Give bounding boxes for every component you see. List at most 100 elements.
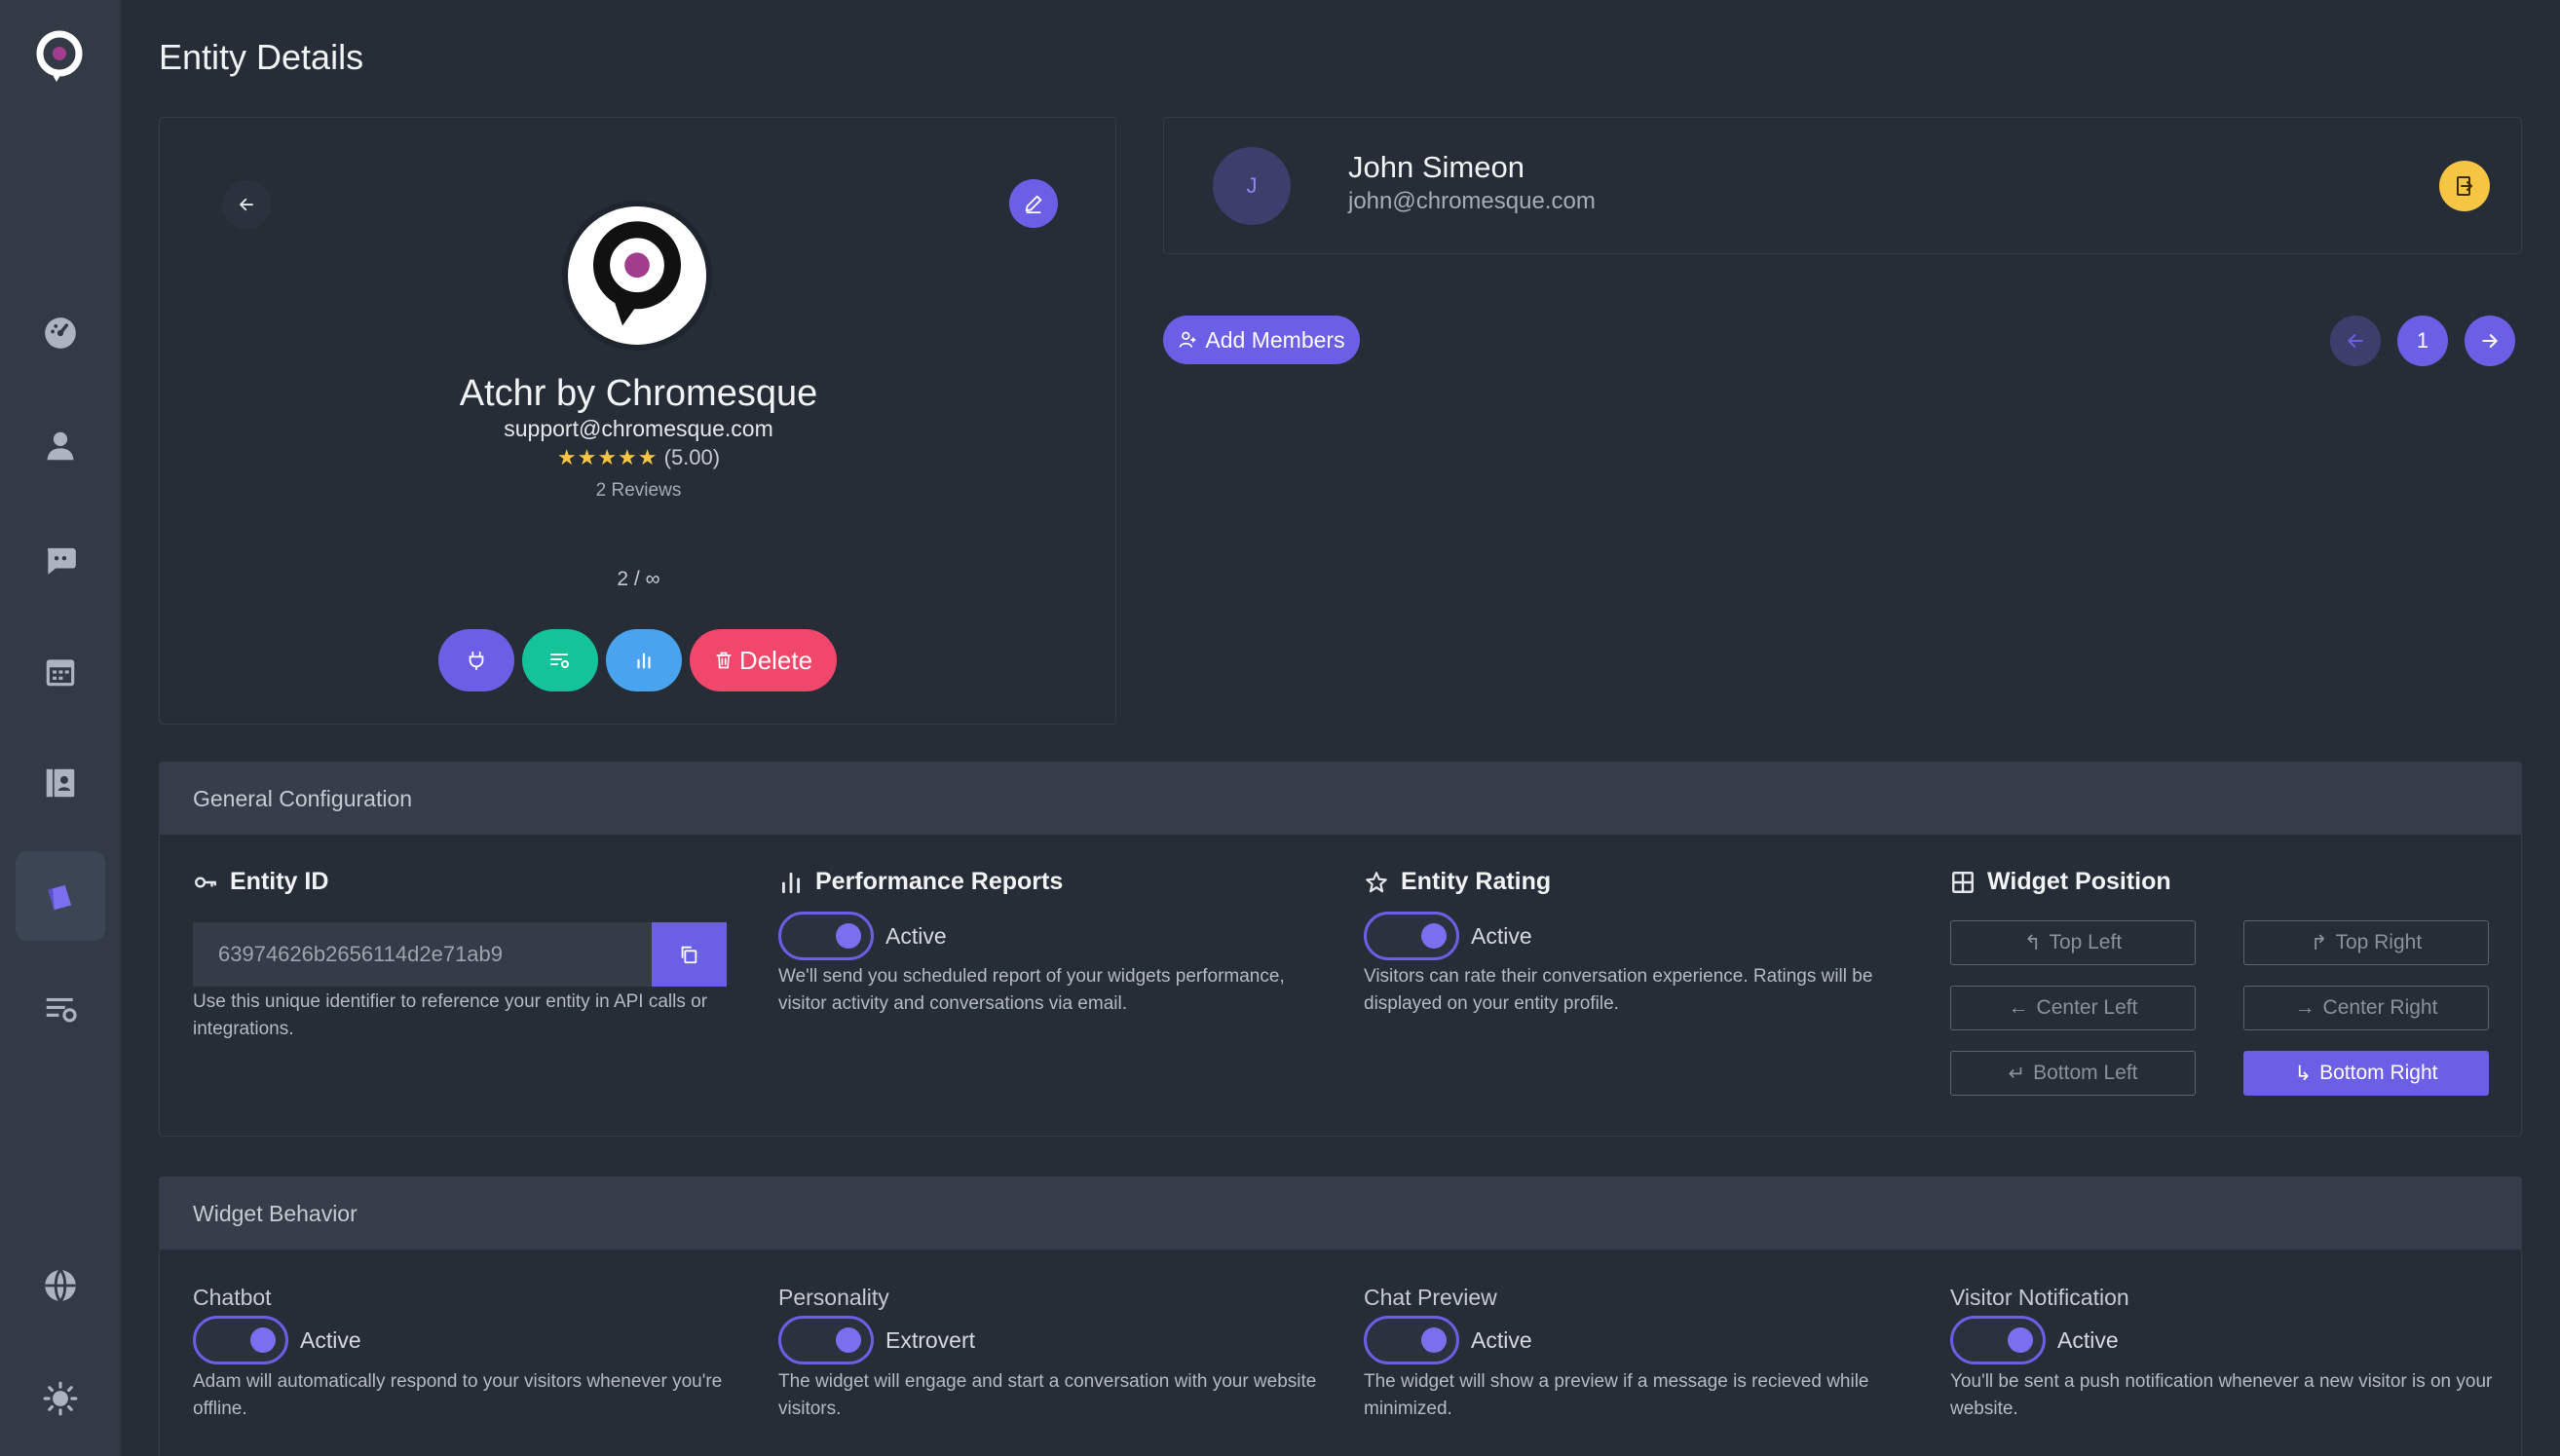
position-center-left-button[interactable]: ← Center Left [1950, 986, 2196, 1030]
back-button[interactable] [222, 180, 271, 229]
pagination-next-button[interactable] [2465, 316, 2515, 366]
sidebar-item-chats[interactable] [16, 514, 105, 604]
position-bottom-left-button[interactable]: ↵ Bottom Left [1950, 1051, 2196, 1096]
sidebar-item-settings[interactable] [16, 964, 105, 1054]
bar-chart-icon [782, 872, 800, 893]
sidebar [0, 0, 121, 1456]
arrow-right-icon: → [2294, 996, 2315, 1019]
corner-down-left-icon: ↵ [2008, 1062, 2026, 1085]
chat-preview-description: The widget will show a preview if a mess… [1364, 1371, 1869, 1419]
corner-down-right-icon: ↳ [2294, 1062, 2313, 1085]
sidebar-item-entities[interactable] [16, 851, 105, 941]
pagination-prev-button[interactable] [2330, 316, 2381, 366]
contacts-icon [46, 768, 75, 798]
position-bottom-right-button[interactable]: ↳ Bottom Right [2243, 1051, 2489, 1096]
arrow-right-icon [2482, 334, 2498, 348]
visitor-notification-label: Visitor Notification [1950, 1285, 2129, 1310]
chatbot-state: Active [300, 1326, 361, 1353]
globe-icon [45, 1269, 76, 1303]
chat-icon [47, 547, 76, 575]
copy-icon [681, 946, 697, 964]
visitor-notification-description: You'll be sent a push notification whene… [1950, 1371, 2493, 1419]
position-top-right-button[interactable]: ↱ Top Right [2243, 920, 2489, 965]
personality-description: The widget will engage and start a conve… [778, 1371, 1317, 1419]
star-icon [1366, 871, 1387, 892]
member-card: J John Simeon john@chromesque.com [1163, 117, 2522, 254]
member-email: john@chromesque.com [1348, 188, 1596, 214]
dashboard-icon [45, 317, 76, 349]
key-icon [195, 876, 216, 888]
calendar-icon [46, 659, 75, 687]
entity-actions: Delete [438, 629, 837, 691]
performance-state: Active [885, 922, 947, 949]
remove-member-button[interactable] [2439, 161, 2490, 211]
copy-id-button[interactable] [651, 922, 727, 987]
configure-button[interactable] [522, 629, 598, 691]
performance-description: We'll send you scheduled report of your … [778, 966, 1285, 1014]
visitor-notification-state: Active [2057, 1326, 2119, 1353]
corner-up-left-icon: ↰ [2023, 931, 2042, 954]
member-name: John Simeon [1348, 150, 1525, 184]
position-top-left-button[interactable]: ↰ Top Left [1950, 920, 2196, 965]
entity-id-input[interactable] [193, 922, 652, 987]
entity-rating-title: Entity Rating [1364, 868, 1551, 896]
logout-icon [2457, 176, 2473, 196]
add-members-button[interactable]: Add Members [1163, 316, 1360, 364]
sidebar-item-dashboard[interactable] [16, 288, 105, 378]
entity-email: support@chromesque.com [504, 416, 773, 441]
personality-label: Personality [778, 1285, 889, 1310]
app-logo-icon[interactable] [35, 29, 84, 88]
chatbot-toggle[interactable] [193, 1316, 288, 1364]
integrations-button[interactable] [438, 629, 514, 691]
add-user-icon [1180, 331, 1196, 348]
rating-stars-icon: ★★★★★ [556, 445, 659, 469]
sidebar-item-language[interactable] [16, 1241, 105, 1330]
chat-preview-label: Chat Preview [1364, 1285, 1497, 1310]
chat-preview-state: Active [1471, 1326, 1532, 1353]
position-center-right-button[interactable]: → Center Right [2243, 986, 2489, 1030]
analytics-button[interactable] [606, 629, 682, 691]
entity-card: Atchr by Chromesque support@chromesque.c… [159, 117, 1116, 725]
chatbot-label: Chatbot [193, 1285, 272, 1310]
arrow-left-icon [2348, 334, 2363, 348]
sidebar-item-theme[interactable] [16, 1354, 105, 1443]
trash-icon [716, 652, 732, 669]
visitor-notification-toggle[interactable] [1950, 1316, 2046, 1364]
sidebar-item-users[interactable] [16, 401, 105, 491]
add-members-label: Add Members [1205, 326, 1345, 353]
general-configuration-section: General Configuration Entity ID Use this… [159, 762, 2522, 1137]
performance-reports-toggle[interactable] [778, 912, 874, 960]
personality-toggle[interactable] [778, 1316, 874, 1364]
sidebar-item-contacts[interactable] [16, 738, 105, 828]
edit-entity-button[interactable] [1009, 179, 1058, 228]
arrow-left-icon [240, 198, 253, 211]
entity-rating-toggle[interactable] [1364, 912, 1459, 960]
rating-description: Visitors can rate their conversation exp… [1364, 966, 1873, 1014]
entity-logo [562, 201, 712, 351]
rating-value: (5.00) [663, 445, 721, 469]
chat-preview-toggle-row: Active [1364, 1316, 1532, 1364]
entity-logo-icon [593, 221, 681, 326]
chat-preview-toggle[interactable] [1364, 1316, 1459, 1364]
sidebar-item-calendar[interactable] [16, 627, 105, 717]
rating-state: Active [1471, 922, 1532, 949]
pagination-page-1[interactable]: 1 [2397, 316, 2448, 366]
avatar: J [1213, 147, 1291, 225]
delete-button[interactable]: Delete [690, 629, 837, 691]
chatbot-description: Adam will automatically respond to your … [193, 1371, 723, 1419]
entity-rating: ★★★★★ (5.00) [160, 445, 1117, 470]
grid-icon [1952, 871, 1974, 893]
bar-chart-icon [637, 653, 651, 669]
widget-behavior-section: Widget Behavior Chatbot Active Adam will… [159, 1176, 2522, 1456]
user-icon [47, 431, 74, 461]
entity-id-description: Use this unique identifier to reference … [193, 991, 708, 1039]
section-title: General Configuration [160, 763, 2521, 835]
arrow-left-icon: ← [2008, 996, 2029, 1019]
section-title: Widget Behavior [160, 1177, 2521, 1250]
theme-icon [43, 1381, 78, 1416]
usage-counter: 2 / ∞ [617, 568, 660, 590]
widget-position-title: Widget Position [1950, 868, 2171, 896]
performance-toggle-row: Active [778, 912, 947, 960]
entity-name: Atchr by Chromesque [459, 373, 818, 414]
rating-toggle-row: Active [1364, 912, 1532, 960]
